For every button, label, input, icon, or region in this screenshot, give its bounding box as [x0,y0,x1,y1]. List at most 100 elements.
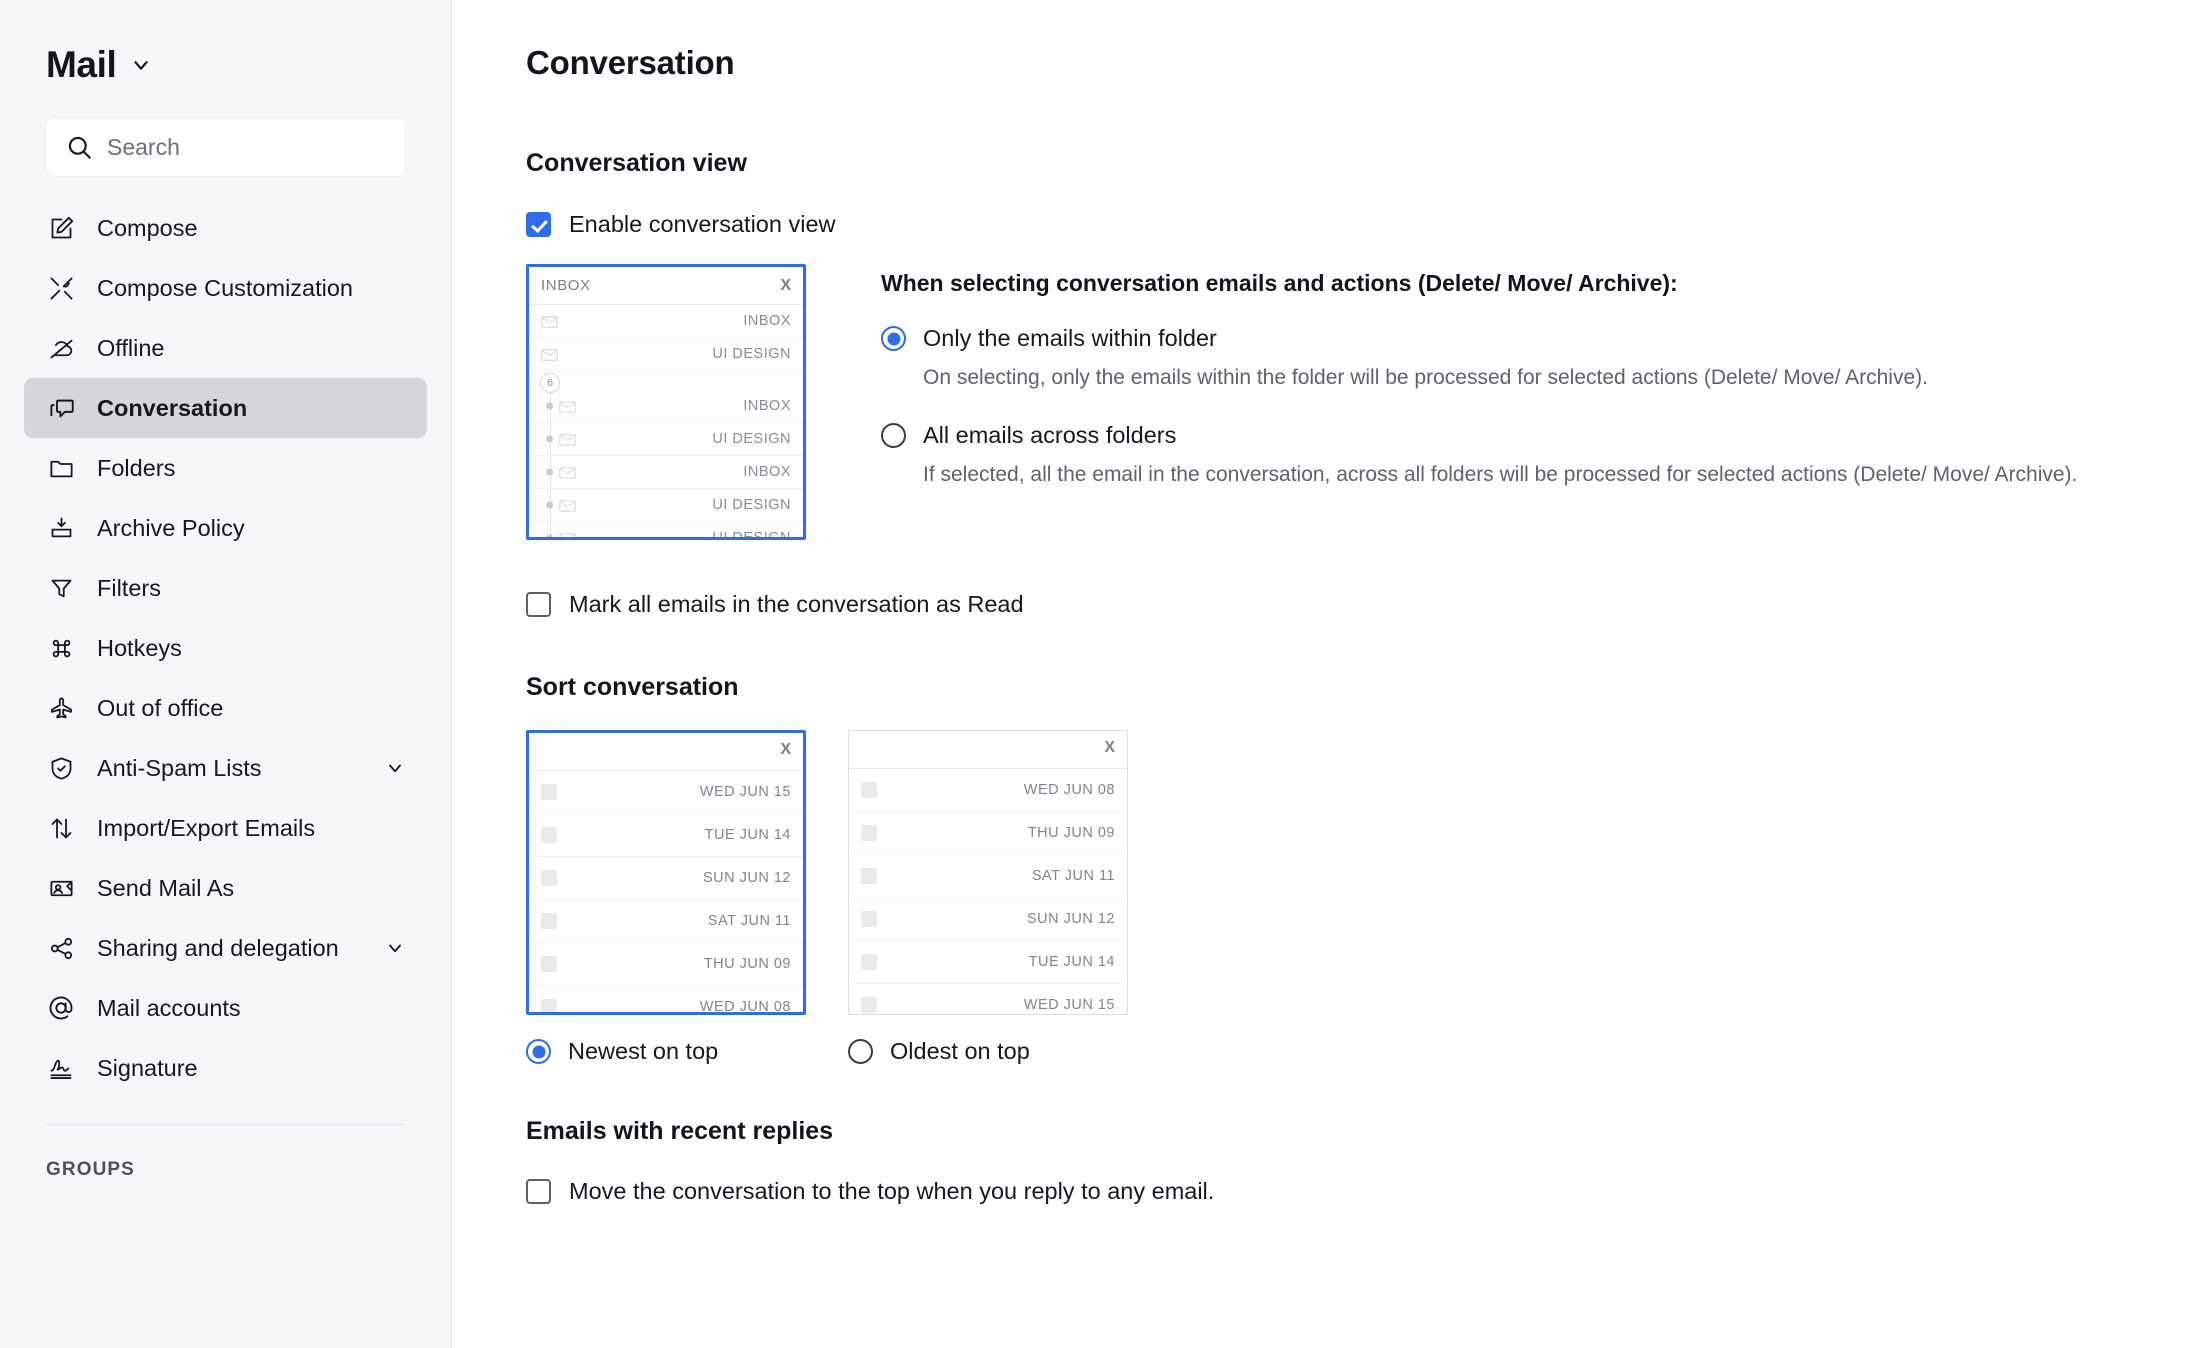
thread-dot-icon [546,501,553,509]
search-box[interactable] [46,118,405,176]
chevron-down-icon[interactable] [385,938,405,958]
mark-all-read-checkbox[interactable] [526,592,551,617]
sort-preview-row: SAT JUN 11 [849,855,1127,898]
sidebar-item-import-export-emails[interactable]: Import/Export Emails [24,798,427,858]
newest-on-top-radio[interactable] [526,1039,551,1064]
conversation-view-section: Conversation view Enable conversation vi… [526,149,2210,618]
archive-box-icon [46,513,76,543]
envelope-icon [559,531,576,537]
sort-row-date: TUE JUN 14 [1028,954,1115,970]
move-conversation-row[interactable]: Move the conversation to the top when yo… [526,1178,2210,1205]
sort-preview-row: SAT JUN 11 [529,900,803,943]
sort-row-date: THU JUN 09 [1027,825,1115,841]
sidebar-item-send-mail-as[interactable]: Send Mail As [24,858,427,918]
preview-thread-group: 6 INBOX UI DESIGN INBOX UI DESIGN UI DES… [529,371,803,540]
sort-preview-header: X [849,731,1127,769]
option-all-across-folders-radio[interactable] [881,423,906,449]
option-all-across-folders-label: All emails across folders [923,422,1177,449]
sort-cards-row: X WED JUN 15 TUE JUN 14 SUN JUN 12 SAT J… [526,730,2210,1065]
conversation-bubbles-icon [46,393,76,423]
newest-on-top-row[interactable]: Newest on top [526,1038,806,1065]
recent-replies-heading: Emails with recent replies [526,1117,834,1145]
sidebar-item-hotkeys[interactable]: Hotkeys [24,618,427,678]
enable-conversation-view-label: Enable conversation view [569,211,836,237]
sidebar-item-conversation[interactable]: Conversation [24,378,427,438]
funnel-filter-icon [46,573,76,603]
option-all-across-folders-description: If selected, all the email in the conver… [923,463,2078,487]
sort-row-date: SUN JUN 12 [703,870,791,886]
sort-preview-row: WED JUN 15 [529,771,803,814]
enable-conversation-view-row[interactable]: Enable conversation view [526,211,2210,238]
oldest-on-top-radio[interactable] [848,1039,873,1064]
conversation-view-heading: Conversation view [526,149,747,177]
sidebar-item-folders[interactable]: Folders [24,438,427,498]
folder-icon [46,453,76,483]
option-only-within-folder-radio[interactable] [881,326,906,351]
sidebar-item-filters[interactable]: Filters [24,558,427,618]
chevron-down-icon[interactable] [130,54,152,76]
groups-section-label: GROUPS [46,1159,135,1180]
option-only-within-folder-row[interactable]: Only the emails within folder [881,325,2210,352]
sort-row-date: SAT JUN 11 [1031,868,1115,884]
sidebar-item-mail-accounts[interactable]: Mail accounts [24,978,427,1038]
sidebar-item-label: Hotkeys [97,634,182,661]
sidebar-item-sharing-and-delegation[interactable]: Sharing and delegation [24,918,427,978]
newest-on-top-thumbnail[interactable]: X WED JUN 15 TUE JUN 14 SUN JUN 12 SAT J… [526,730,806,1015]
option-all-across-folders-row[interactable]: All emails across folders [881,422,2210,449]
preview-row: UI DESIGN [529,423,803,456]
preview-row-tag: UI DESIGN [712,530,791,540]
sidebar-item-label: Mail accounts [97,994,241,1021]
preview-row: UI DESIGN [529,338,803,371]
close-icon[interactable]: X [780,277,791,295]
avatar-placeholder [541,870,557,886]
mail-settings-app: Mail Compose Compose Customi [0,0,2210,1348]
sort-preview-row: WED JUN 15 [849,984,1127,1014]
preview-row: UI DESIGN [529,489,803,522]
selection-actions-heading: When selecting conversation emails and a… [881,270,1678,296]
sidebar-item-label: Anti-Spam Lists [97,754,262,781]
tools-icon [46,273,76,303]
sort-row-date: THU JUN 09 [703,956,791,972]
thread-dot-icon [546,534,553,537]
sort-preview-row: TUE JUN 14 [849,941,1127,984]
sort-conversation-heading: Sort conversation [526,673,739,701]
sidebar-item-offline[interactable]: Offline [24,318,427,378]
sidebar-item-compose[interactable]: Compose [24,198,427,258]
close-icon[interactable]: X [1104,739,1115,757]
enable-conversation-view-checkbox[interactable] [526,212,551,237]
oldest-on-top-thumbnail[interactable]: X WED JUN 08 THU JUN 09 SAT JUN 11 SUN J… [848,730,1128,1015]
option-only-within-folder-label: Only the emails within folder [923,325,1217,351]
chevron-down-icon[interactable] [385,758,405,778]
sidebar-item-out-of-office[interactable]: Out of office [24,678,427,738]
mark-all-read-row[interactable]: Mark all emails in the conversation as R… [526,591,2210,618]
sidebar-divider [46,1124,405,1125]
recent-replies-section: Emails with recent replies Move the conv… [526,1117,2210,1205]
sort-row-date: SAT JUN 11 [707,913,791,929]
envelope-icon [541,314,558,328]
sort-preview-row: THU JUN 09 [529,943,803,986]
sidebar-item-anti-spam-lists[interactable]: Anti-Spam Lists [24,738,427,798]
option-only-within-folder-description: On selecting, only the emails within the… [923,366,1928,389]
up-down-arrows-icon [46,813,76,843]
main-content: Conversation Conversation view Enable co… [452,0,2210,1348]
search-input[interactable] [107,133,385,161]
sidebar-item-label: Offline [97,334,165,361]
oldest-on-top-row[interactable]: Oldest on top [848,1038,1128,1065]
newest-on-top-label: Newest on top [568,1038,719,1064]
sidebar-item-label: Archive Policy [97,514,245,541]
sidebar-item-label: Import/Export Emails [97,814,316,841]
preview-row-tag: UI DESIGN [712,431,791,447]
avatar-placeholder [861,825,877,841]
page-title: Conversation [526,44,735,81]
sidebar-item-compose-customization[interactable]: Compose Customization [24,258,427,318]
move-conversation-checkbox[interactable] [526,1179,551,1204]
sort-preview-row: TUE JUN 14 [529,814,803,857]
close-icon[interactable]: X [780,741,791,759]
sidebar-item-signature[interactable]: Signature [24,1038,427,1098]
avatar-placeholder [861,782,877,798]
brand-header[interactable]: Mail [0,0,451,86]
preview-row-tag: INBOX [743,313,791,329]
sidebar-item-archive-policy[interactable]: Archive Policy [24,498,427,558]
preview-row: INBOX [529,456,803,489]
inbox-preview-thumbnail[interactable]: INBOX X INBOX UI DESIGN 6 INBOX UI DESIG… [526,264,806,540]
